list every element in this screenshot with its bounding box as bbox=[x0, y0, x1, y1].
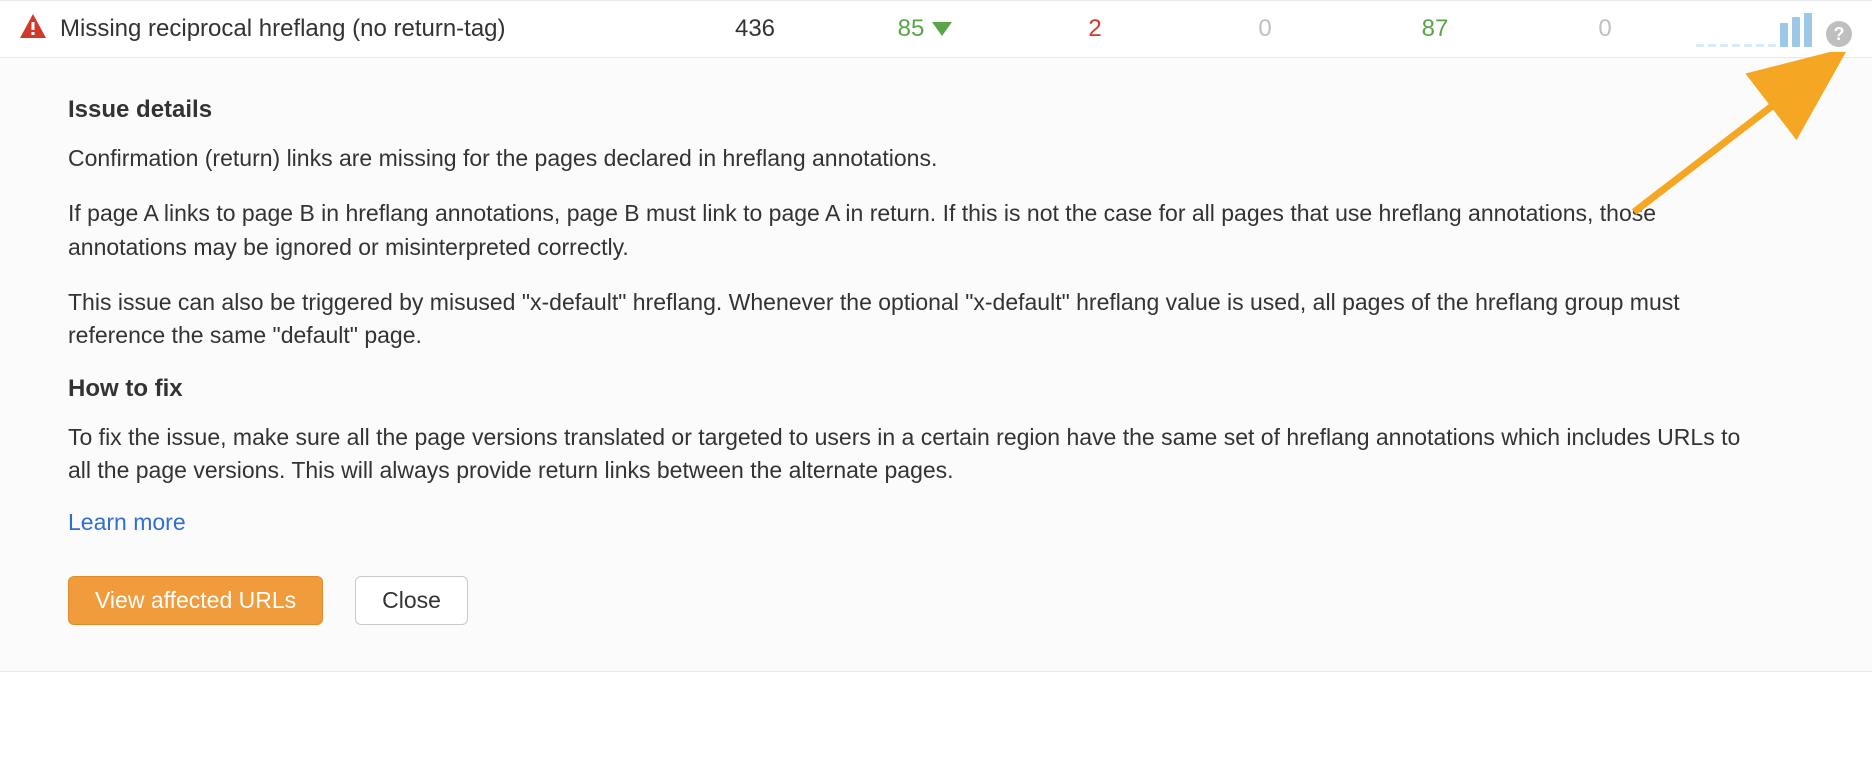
sparkline-bar bbox=[1732, 44, 1740, 47]
learn-more-link[interactable]: Learn more bbox=[68, 509, 186, 536]
col-added: 2 bbox=[1010, 15, 1180, 43]
view-affected-urls-button[interactable]: View affected URLs bbox=[68, 576, 323, 625]
sparkline-bar bbox=[1756, 44, 1764, 47]
warning-icon bbox=[20, 14, 60, 45]
issue-details-panel: Issue details Confirmation (return) link… bbox=[0, 58, 1872, 672]
caret-down-icon bbox=[932, 22, 952, 36]
sparkline-chart[interactable] bbox=[1696, 11, 1812, 47]
col-zero-b: 0 bbox=[1520, 15, 1690, 43]
details-p2: If page A links to page B in hreflang an… bbox=[68, 197, 1768, 264]
details-p1: Confirmation (return) links are missing … bbox=[68, 142, 1768, 175]
sparkline-bar bbox=[1780, 23, 1788, 47]
fix-heading: How to fix bbox=[68, 375, 1812, 403]
col-total: 436 bbox=[670, 15, 840, 43]
sparkline-bar bbox=[1696, 44, 1704, 47]
details-heading: Issue details bbox=[68, 96, 1812, 124]
sparkline-bar bbox=[1708, 44, 1716, 47]
col-removed: 87 bbox=[1350, 15, 1520, 43]
details-p3: This issue can also be triggered by misu… bbox=[68, 286, 1768, 353]
sparkline-bar bbox=[1804, 13, 1812, 47]
col-zero-a: 0 bbox=[1180, 15, 1350, 43]
col-change-value: 85 bbox=[898, 15, 925, 43]
help-icon[interactable]: ? bbox=[1826, 21, 1852, 47]
issue-name: Missing reciprocal hreflang (no return-t… bbox=[60, 15, 670, 43]
sparkline-bar bbox=[1768, 44, 1776, 47]
sparkline-bar bbox=[1744, 44, 1752, 47]
issue-row[interactable]: Missing reciprocal hreflang (no return-t… bbox=[0, 0, 1872, 58]
col-change: 85 bbox=[840, 15, 1010, 43]
fix-p: To fix the issue, make sure all the page… bbox=[68, 421, 1768, 488]
sparkline-bar bbox=[1792, 17, 1800, 47]
sparkline-bar bbox=[1720, 44, 1728, 47]
close-button[interactable]: Close bbox=[355, 576, 468, 625]
button-row: View affected URLs Close bbox=[68, 576, 1812, 625]
